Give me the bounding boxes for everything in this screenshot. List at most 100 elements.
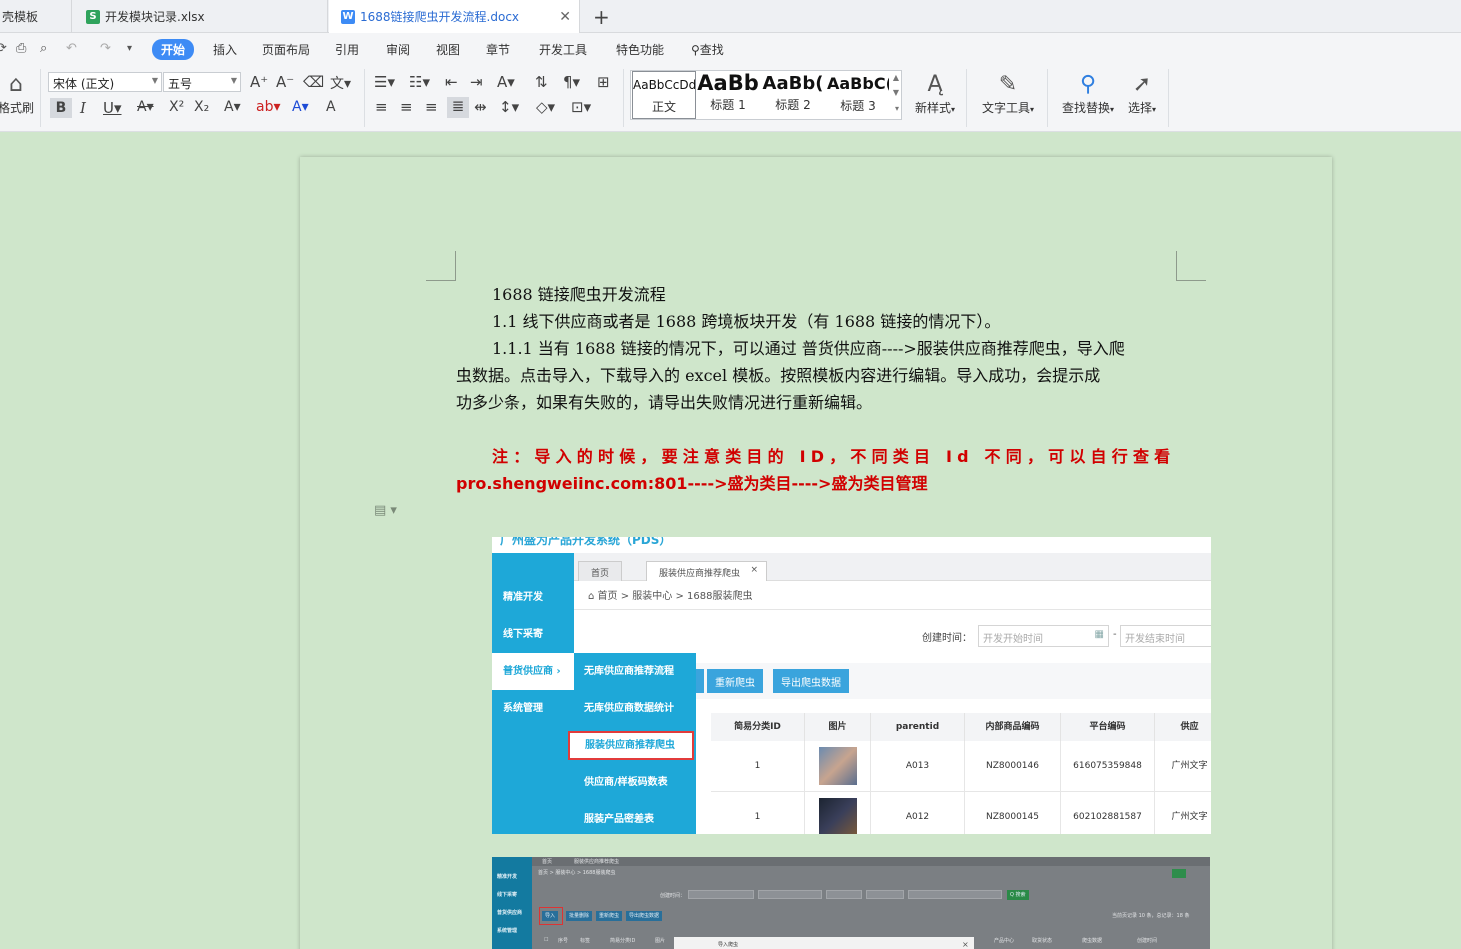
separator [966, 69, 967, 127]
decrease-indent-icon[interactable]: ⇤ [445, 73, 458, 91]
underline-icon[interactable]: U▾ [103, 99, 122, 117]
menu-page-layout[interactable]: 页面布局 [262, 41, 310, 58]
select-button[interactable]: ➚ 选择▾ [1122, 71, 1162, 116]
embedded-screenshot-1[interactable]: 广州盛为产品开发系统（PDS） 精准开发 线下采寄 普货供应商 › 系统管理 首… [492, 537, 1211, 834]
print-preview-icon[interactable]: ⌕ [40, 41, 47, 56]
superscript-icon[interactable]: X² [169, 99, 184, 115]
shading-icon[interactable]: ◇▾ [536, 98, 555, 116]
table-grid-icon[interactable]: ⊞ [597, 73, 610, 91]
chevron-down-icon: ▾ [951, 105, 956, 114]
distributed-icon[interactable]: ⇹ [474, 98, 487, 116]
menu-special[interactable]: 特色功能 [616, 41, 664, 58]
close-icon[interactable]: ✕ [559, 9, 571, 25]
menu-review[interactable]: 审阅 [386, 41, 410, 58]
gallery-scroll-up-icon[interactable]: ▲ [893, 73, 899, 82]
range-dash: - [1113, 629, 1117, 640]
column-header: 创建时间 [1137, 938, 1158, 944]
table-cell: NZ8000146 [965, 741, 1061, 792]
breadcrumb-text: 首页 > 服装中心 > 1688服装爬虫 [597, 591, 753, 602]
paragraph-layout-icon[interactable]: ▤ ▾ [374, 503, 397, 518]
menu-view[interactable]: 视图 [436, 41, 460, 58]
style-heading-2[interactable]: AaBb( 标题 2 [761, 71, 825, 119]
import-modal: 导入爬虫 × [674, 937, 974, 949]
font-name-select[interactable]: 宋体 (正文) ▼ [48, 72, 162, 92]
style-heading-1[interactable]: AaBb 标题 1 [697, 71, 759, 119]
redo-icon[interactable]: ↷ [100, 41, 111, 56]
bold-icon[interactable]: B [50, 98, 72, 118]
line-spacing-icon[interactable]: ↕▾ [499, 98, 519, 116]
tab-xlsx[interactable]: S 开发模块记录.xlsx [72, 0, 328, 33]
text-tools-button[interactable]: ✎ 文字工具▾ [976, 71, 1040, 116]
menu-insert[interactable]: 插入 [213, 41, 237, 58]
style-normal[interactable]: AaBbCcDd 正文 [632, 71, 696, 119]
customize-dropdown-icon[interactable]: ▾ [127, 43, 132, 54]
new-style-icon: Ą [927, 72, 943, 97]
calendar-icon: ▦ [1094, 629, 1104, 640]
char-shading-icon[interactable]: A [326, 99, 336, 115]
undo-icon[interactable]: ↶ [66, 41, 77, 56]
text-direction-icon[interactable]: A▾ [497, 73, 515, 91]
decrease-font-icon[interactable]: A⁻ [276, 73, 294, 91]
bullet-list-icon[interactable]: ☰▾ [374, 73, 395, 91]
style-heading-3[interactable]: AaBbC( 标题 3 [827, 71, 889, 119]
strikethrough-icon[interactable]: A▾ [137, 99, 154, 115]
table-cell [805, 792, 871, 834]
font-size-select[interactable]: 五号 ▼ [163, 72, 241, 92]
doc-paragraph-line: 功多少条，如果有失败的，请导出失败情况进行重新编辑。 [456, 393, 873, 412]
menu-section[interactable]: 章节 [486, 41, 510, 58]
new-style-button[interactable]: Ą 新样式▾ [908, 71, 962, 116]
italic-icon[interactable]: I [80, 99, 86, 117]
clear-format-icon[interactable]: ⌫ [303, 73, 324, 91]
app-submenu: 无库供应商推荐流程 无库供应商数据统计 服装供应商推荐爬虫 供应商/样板码数表 … [568, 653, 696, 834]
tab-template[interactable]: 壳模板 [0, 0, 72, 33]
text-effect-icon[interactable]: A▾ [224, 99, 241, 115]
hidden-button-edge [696, 669, 704, 693]
font-color-icon[interactable]: A▾ [292, 99, 309, 115]
justify-icon[interactable]: ≣ [447, 97, 469, 118]
font-size-value: 五号 [168, 77, 193, 91]
new-tab-icon[interactable]: + [593, 5, 610, 29]
select-label: 选择 [1127, 101, 1152, 115]
document-body[interactable]: 1688 链接爬虫开发流程 1.1 线下供应商或者是 1688 跨境板块开发（有… [456, 281, 1176, 497]
document-page[interactable]: 1688 链接爬虫开发流程 1.1 线下供应商或者是 1688 跨境板块开发（有… [300, 157, 1332, 949]
search-command[interactable]: ⚲查找 [691, 41, 724, 58]
app-tab-strip: 首页 服装供应商推荐爬虫 × [574, 553, 1211, 581]
menu-home[interactable]: 开始 [152, 39, 195, 60]
gallery-scroll-down-icon[interactable]: ▼ [893, 88, 899, 97]
doc-paragraph-line: 虫数据。点击导入，下载导入的 excel 模板。按照模板内容进行编辑。导入成功，… [456, 366, 1101, 385]
subscript-icon[interactable]: X₂ [194, 99, 209, 115]
highlight-icon[interactable]: ab▾ [256, 99, 281, 115]
column-header: 内部商品编码 [965, 713, 1061, 741]
numbered-list-icon[interactable]: ☷▾ [409, 73, 430, 91]
find-replace-button[interactable]: ⚲ 查找替换▾ [1056, 71, 1120, 116]
table-cell: 1 [711, 792, 805, 834]
embedded-screenshot-2[interactable]: 精准开发 线下采寄 普货供应商 系统管理 首页 服装供应商推荐爬虫 首页 > 服… [492, 857, 1210, 949]
column-header: 标签 [580, 938, 591, 944]
increase-indent-icon[interactable]: ⇥ [470, 73, 483, 91]
submenu-item: 无库供应商推荐流程 [584, 666, 674, 677]
product-thumbnail [819, 747, 857, 785]
column-header: 图片 [805, 713, 871, 741]
align-center-icon[interactable]: ≡ [400, 98, 413, 116]
format-painter-button[interactable]: ⌂ 格式刷 [0, 71, 34, 116]
sort-icon[interactable]: ⇅ [535, 73, 548, 91]
gallery-more-icon[interactable]: ▾ [895, 104, 899, 113]
borders-icon[interactable]: ⊡▾ [571, 98, 591, 116]
redo-loop-icon[interactable]: ⟳ [0, 41, 7, 56]
column-header: 供应 [1155, 713, 1211, 741]
print-icon[interactable]: ⎙ [16, 41, 26, 56]
phonetic-guide-icon[interactable]: 文▾ [330, 73, 351, 93]
app-tab-crawler: 服装供应商推荐爬虫 × [646, 561, 768, 581]
close-icon: × [962, 940, 969, 949]
paragraph-mark-icon[interactable]: ¶▾ [563, 73, 580, 91]
align-right-icon[interactable]: ≡ [425, 98, 438, 116]
tab-docx[interactable]: W 1688链接爬虫开发流程.docx ✕ [329, 0, 580, 33]
app-breadcrumb: 首页 > 服装中心 > 1688服装爬虫 [538, 870, 616, 876]
menu-references[interactable]: 引用 [335, 41, 359, 58]
chevron-down-icon: ▾ [1110, 105, 1115, 114]
align-left-icon[interactable]: ≡ [375, 98, 388, 116]
increase-font-icon[interactable]: A⁺ [250, 73, 268, 91]
table-cell: 广州文字 [1155, 792, 1211, 834]
table-cell: NZ8000145 [965, 792, 1061, 834]
menu-developer[interactable]: 开发工具 [539, 41, 587, 58]
